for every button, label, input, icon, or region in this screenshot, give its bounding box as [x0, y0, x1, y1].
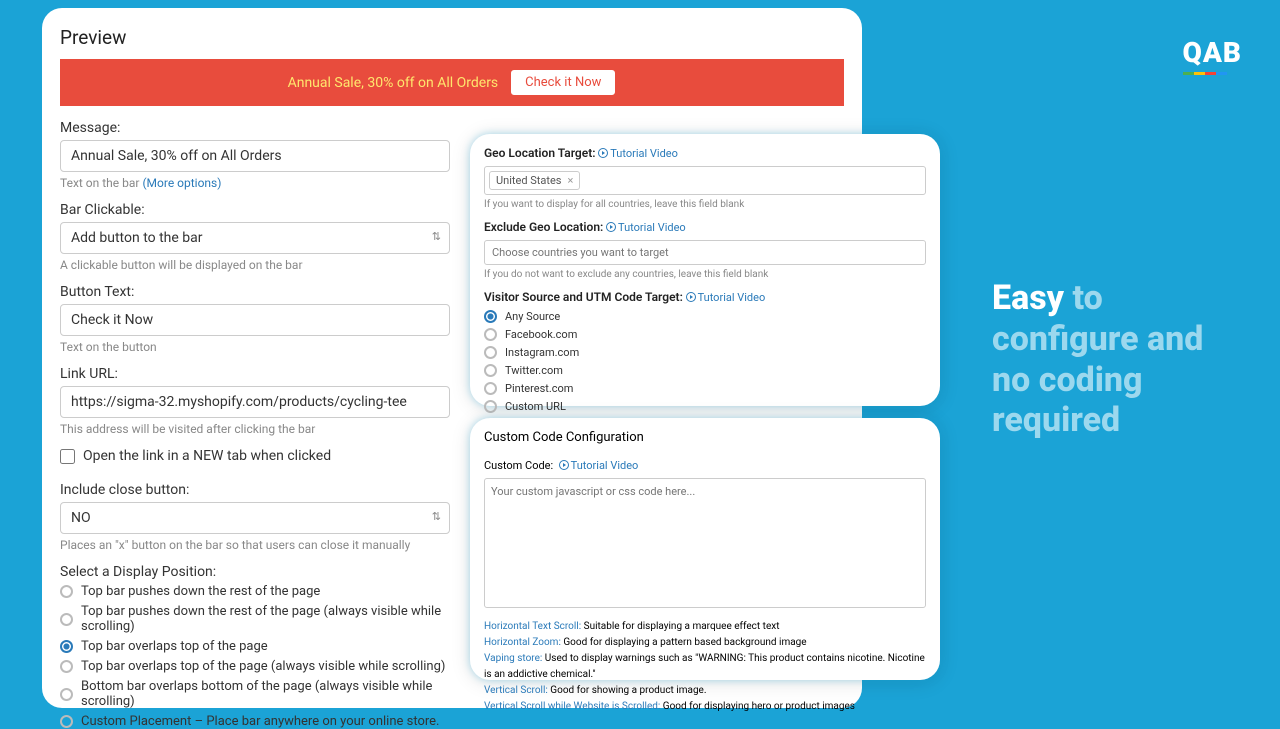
message-label: Message: [60, 120, 450, 136]
tutorial-link[interactable]: Tutorial Video [698, 291, 766, 304]
code-example-link[interactable]: Horizontal Zoom: [484, 637, 561, 648]
tutorial-link[interactable]: Tutorial Video [571, 459, 639, 472]
announcement-bar-preview: Annual Sale, 30% off on All Orders Check… [60, 59, 844, 106]
geo-target-input[interactable]: United States× [484, 166, 926, 195]
bar-cta-button[interactable]: Check it Now [510, 69, 616, 96]
more-options-link[interactable]: (More options) [142, 176, 221, 190]
visitor-source-option[interactable]: Twitter.com [484, 364, 926, 377]
tutorial-link[interactable]: Tutorial Video [618, 221, 686, 234]
preview-title: Preview [60, 26, 844, 49]
new-tab-checkbox[interactable]: Open the link in a NEW tab when clicked [60, 448, 450, 464]
visitor-source-option[interactable]: Instagram.com [484, 346, 926, 359]
play-icon [598, 148, 608, 158]
geo-exclude-input[interactable] [484, 240, 926, 265]
display-position-option[interactable]: Bottom bar overlaps bottom of the page (… [60, 679, 450, 709]
bar-message: Annual Sale, 30% off on All Orders [288, 75, 499, 91]
marketing-copy: Easy to configure and no coding required [992, 278, 1222, 441]
display-position-option[interactable]: Top bar overlaps top of the page [60, 639, 450, 654]
display-position-option[interactable]: Top bar overlaps top of the page (always… [60, 659, 450, 674]
clickable-label: Bar Clickable: [60, 202, 450, 218]
code-panel-title: Custom Code Configuration [484, 430, 926, 445]
display-position-option[interactable]: Top bar pushes down the rest of the page… [60, 604, 450, 634]
code-example-link[interactable]: Vaping store: [484, 653, 542, 664]
link-url-input[interactable] [60, 386, 450, 418]
visitor-source-option[interactable]: Facebook.com [484, 328, 926, 341]
clickable-select[interactable]: Add button to the bar [60, 222, 450, 254]
code-example-link[interactable]: Vertical Scroll while Website is Scrolle… [484, 701, 660, 712]
visitor-source-option[interactable]: Custom URL [484, 400, 926, 413]
visitor-source-option[interactable]: Pinterest.com [484, 382, 926, 395]
display-position-option[interactable]: Custom Placement – Place bar anywhere on… [60, 714, 450, 729]
close-button-label: Include close button: [60, 482, 450, 498]
display-position-option[interactable]: Top bar pushes down the rest of the page [60, 584, 450, 599]
custom-code-textarea[interactable] [484, 478, 926, 608]
play-icon [606, 222, 616, 232]
code-example-link[interactable]: Horizontal Text Scroll: [484, 621, 581, 632]
remove-chip-icon[interactable]: × [567, 174, 573, 187]
code-example-link[interactable]: Vertical Scroll: [484, 685, 548, 696]
app-logo: QAB [1183, 36, 1242, 75]
play-icon [686, 292, 696, 302]
tutorial-link[interactable]: Tutorial Video [610, 147, 678, 160]
button-text-label: Button Text: [60, 284, 450, 300]
custom-code-panel: Custom Code Configuration Custom Code: T… [470, 418, 940, 680]
close-button-select[interactable]: NO [60, 502, 450, 534]
play-icon [559, 460, 569, 470]
geo-panel: Geo Location Target: Tutorial Video Unit… [470, 134, 940, 406]
visitor-source-option[interactable]: Any Source [484, 310, 926, 323]
button-text-input[interactable] [60, 304, 450, 336]
link-url-label: Link URL: [60, 366, 450, 382]
message-input[interactable] [60, 140, 450, 172]
display-position-label: Select a Display Position: [60, 564, 450, 580]
